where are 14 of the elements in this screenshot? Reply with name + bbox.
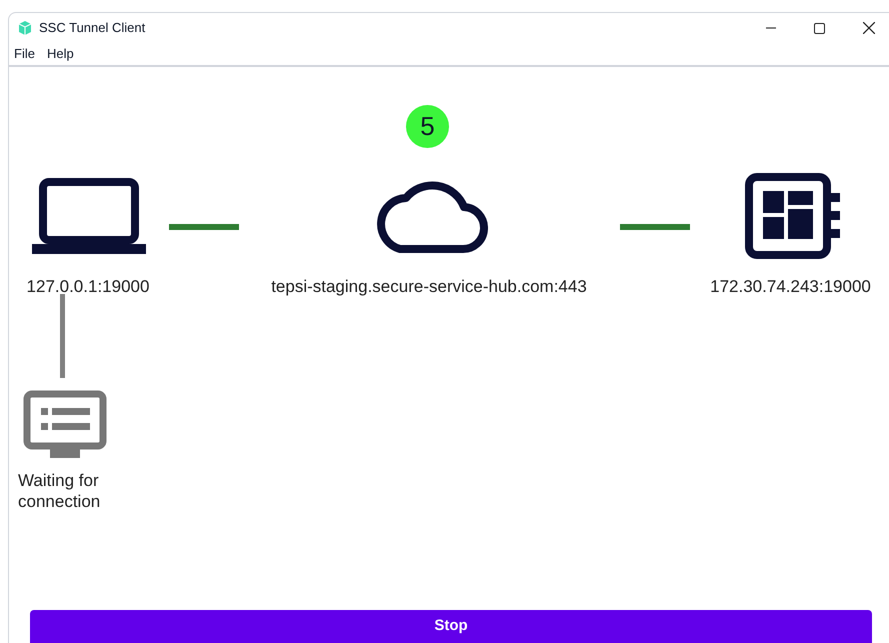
maximize-icon[interactable] <box>814 22 825 34</box>
close-icon[interactable] <box>863 22 875 34</box>
menu-item[interactable]: Help <box>46 44 74 64</box>
menu-item[interactable]: File <box>14 44 35 64</box>
device-icon <box>745 173 841 259</box>
laptop-icon <box>32 178 146 254</box>
node-label: 172.30.74.243:19000 <box>710 277 871 296</box>
node-label: Waiting for connection <box>18 471 100 511</box>
node-label: 127.0.0.1:19000 <box>26 277 150 296</box>
window-title: SSC Tunnel Client <box>39 19 146 38</box>
app-logo-icon <box>17 20 33 36</box>
monitor-icon <box>23 390 107 458</box>
node-label: tepsi-staging.secure-service-hub.com:443 <box>271 277 587 296</box>
stop-button[interactable]: Stop <box>30 610 872 643</box>
